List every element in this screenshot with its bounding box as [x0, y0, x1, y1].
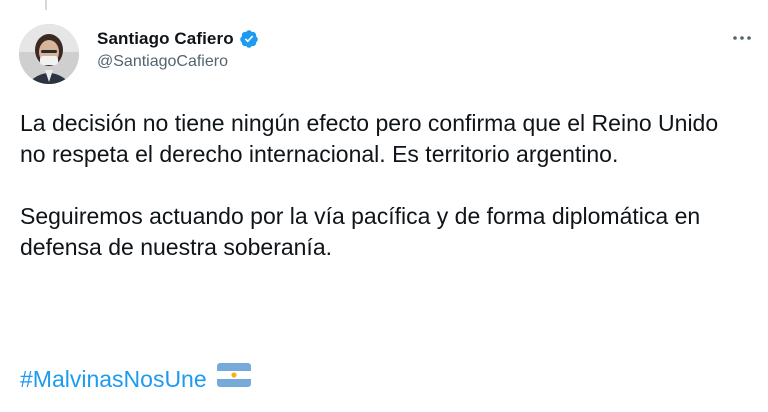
more-options-button[interactable]	[728, 28, 756, 48]
author-name-row: Santiago Cafiero	[97, 28, 259, 50]
verified-badge-icon	[239, 29, 259, 49]
avatar[interactable]	[19, 24, 79, 84]
profile-photo-icon	[19, 24, 79, 84]
ellipsis-icon	[733, 36, 751, 40]
argentina-flag-icon	[216, 363, 251, 395]
tweet-paragraph: Seguiremos actuando por la vía pacífica …	[20, 203, 701, 260]
hashtag-line: #MalvinasNosUne	[20, 363, 251, 395]
author-display-name[interactable]: Santiago Cafiero	[97, 29, 234, 49]
tweet-paragraph: La decisión no tiene ningún efecto pero …	[20, 110, 719, 167]
thread-connector-line	[45, 0, 47, 10]
tweet-text: La decisión no tiene ningún efecto pero …	[20, 108, 750, 263]
hashtag-link[interactable]: #MalvinasNosUne	[20, 364, 207, 395]
tweet-author: Santiago Cafiero @SantiagoCafiero	[97, 28, 259, 71]
author-handle[interactable]: @SantiagoCafiero	[97, 53, 259, 71]
